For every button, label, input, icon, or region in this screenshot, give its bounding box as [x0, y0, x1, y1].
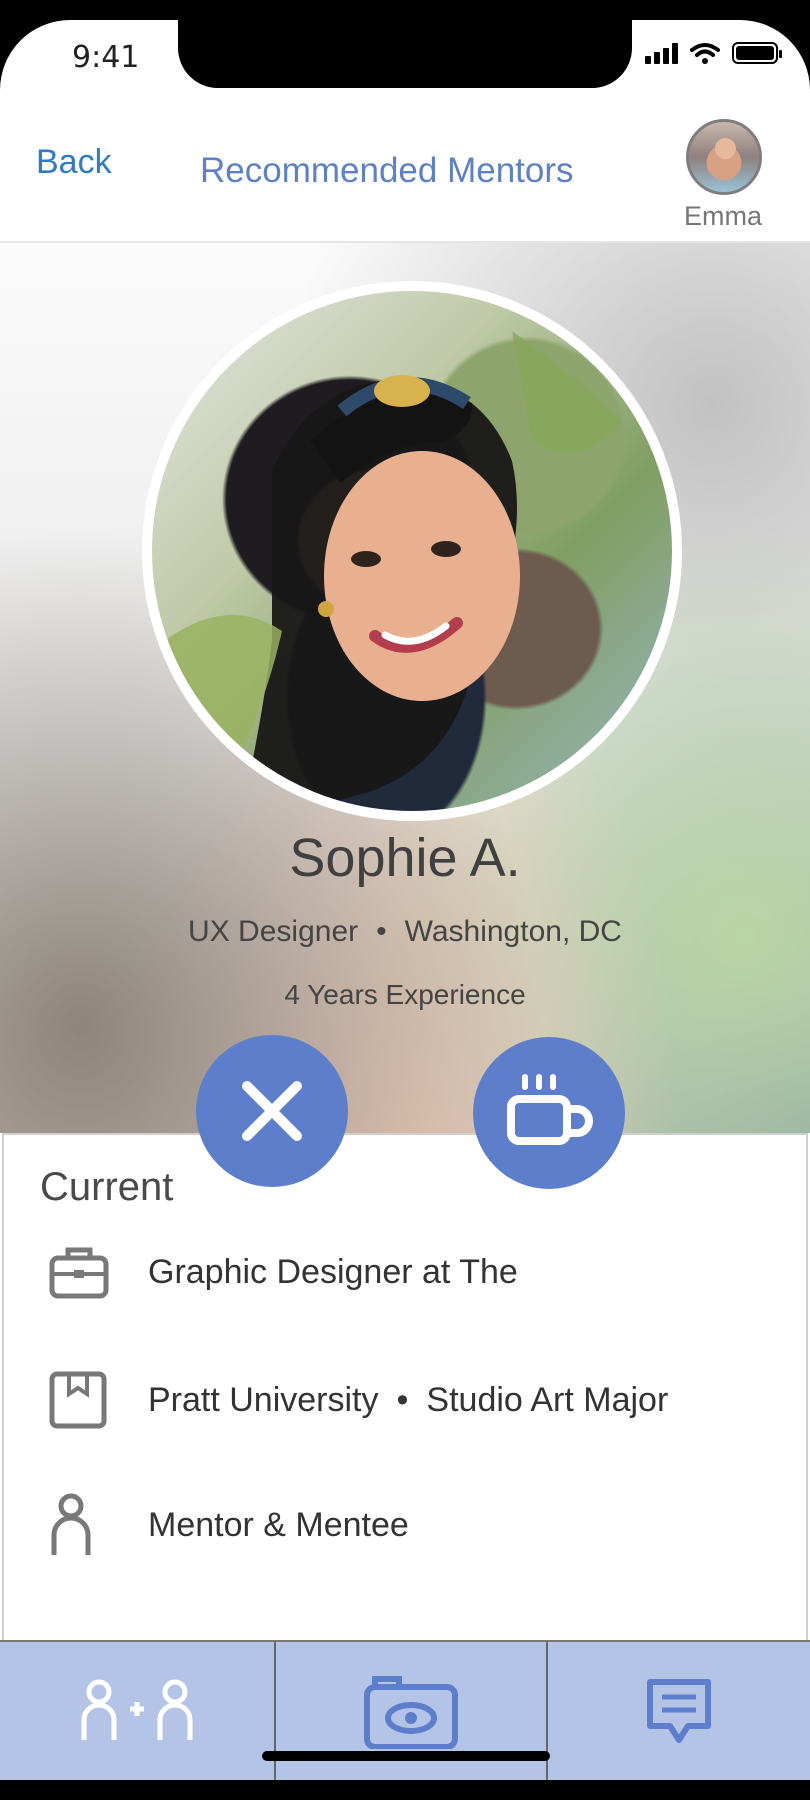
detail-row-role: Mentor & Mentee — [4, 1485, 804, 1565]
close-icon — [242, 1081, 302, 1141]
status-time: 9:41 — [72, 40, 140, 75]
profile-hero: Sophie A. UX Designer • Washington, DC 4… — [0, 243, 810, 1133]
mentor-location: Washington, DC — [404, 915, 622, 948]
signal-icon — [645, 42, 678, 64]
mentor-name: Sophie A. — [289, 828, 521, 888]
mentor-meta: UX Designer • Washington, DC — [0, 915, 810, 949]
briefcase-icon — [49, 1247, 109, 1299]
person-icon — [51, 1493, 91, 1555]
detail-job-text: Graphic Designer at The — [148, 1252, 518, 1291]
education-icon — [49, 1371, 107, 1429]
battery-icon — [732, 42, 782, 64]
portrait-illustration — [152, 331, 622, 811]
notch — [178, 20, 632, 88]
dismiss-button[interactable] — [196, 1035, 348, 1187]
profile-photo — [142, 281, 682, 821]
avatar[interactable] — [686, 119, 762, 195]
detail-row-education: Pratt University • Studio Art Major — [4, 1360, 804, 1440]
education-school: Pratt University — [148, 1380, 379, 1419]
wifi-icon — [690, 43, 720, 64]
detail-role-text: Mentor & Mentee — [148, 1505, 409, 1544]
section-title: Current — [40, 1165, 174, 1209]
detail-education-text: Pratt University • Studio Art Major — [148, 1381, 668, 1420]
mentor-role: UX Designer — [188, 915, 359, 948]
phone-frame: 9:41 Back Recommended Mentors Emma Sophi… — [0, 0, 810, 1800]
page-title: Recommended Mentors — [200, 151, 574, 190]
connect-users-icon — [81, 1679, 193, 1740]
current-details-card: Current Graphic Designer at The Pratt Un… — [2, 1133, 808, 1640]
meta-separator: • — [376, 915, 387, 948]
home-indicator[interactable] — [262, 1751, 550, 1761]
coffee-chat-button[interactable] — [473, 1037, 625, 1189]
header: Back Recommended Mentors Emma — [0, 103, 810, 243]
tab-messages[interactable] — [548, 1642, 810, 1780]
back-button[interactable]: Back — [36, 143, 112, 182]
camera-eye-icon — [364, 1676, 458, 1749]
tab-connect[interactable] — [0, 1642, 276, 1780]
coffee-cup-icon — [507, 1074, 593, 1145]
detail-row-job: Graphic Designer at The — [4, 1232, 804, 1312]
message-icon — [647, 1679, 711, 1743]
mentor-experience: 4 Years Experience — [284, 979, 526, 1010]
education-major: Studio Art Major — [426, 1380, 669, 1419]
status-indicators — [645, 42, 782, 64]
user-name: Emma — [684, 201, 763, 231]
education-separator: • — [396, 1380, 409, 1419]
